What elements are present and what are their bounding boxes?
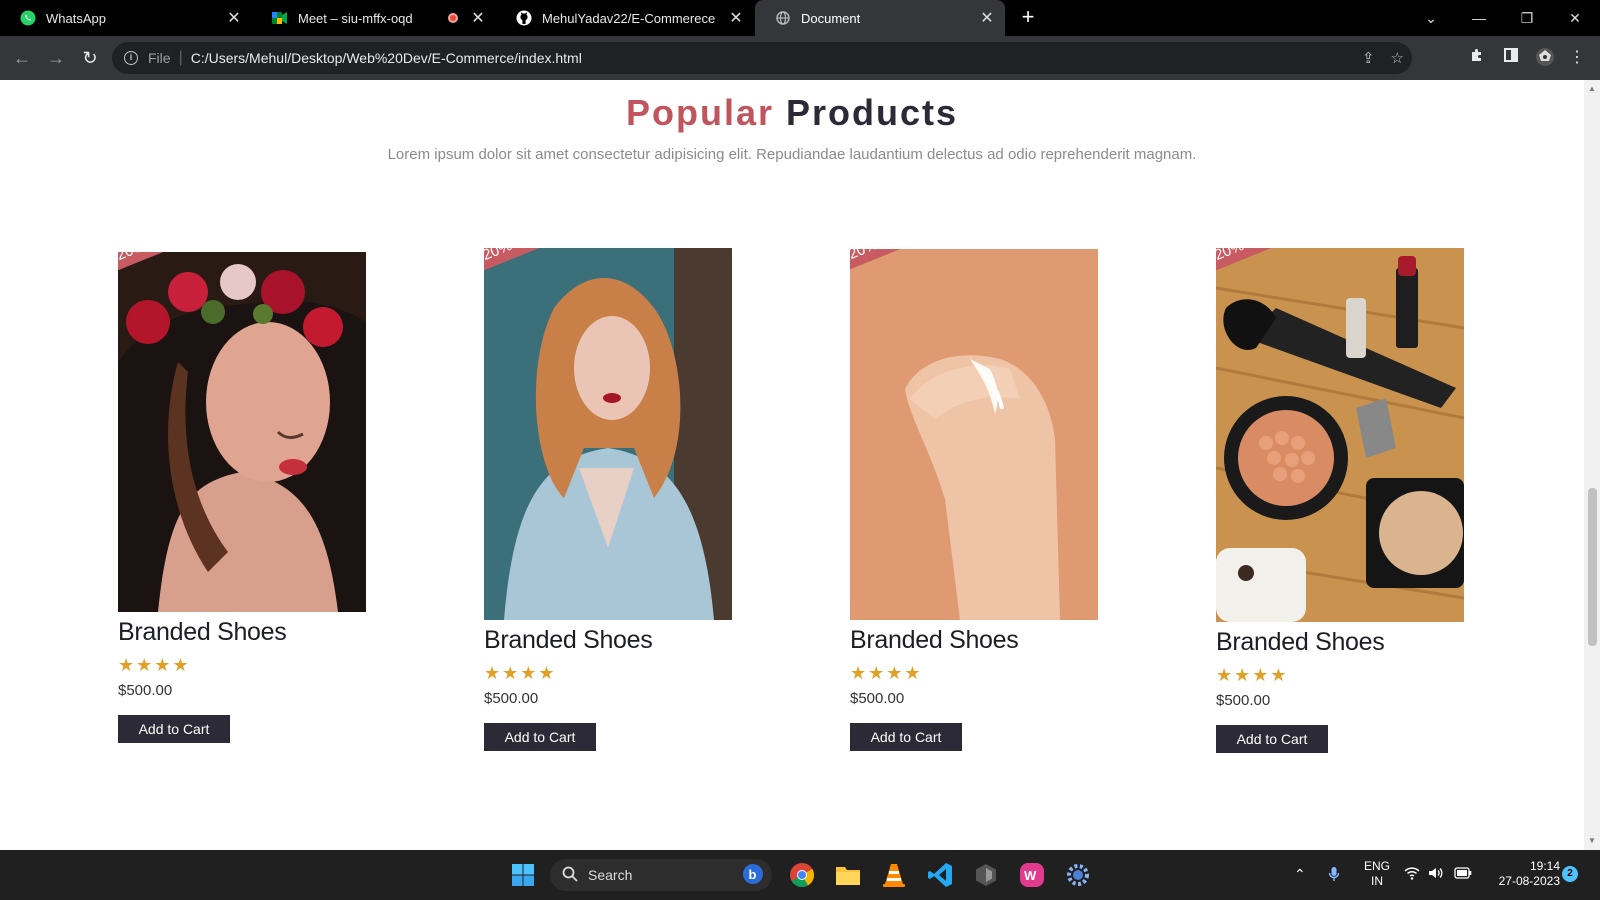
tab-label: Document xyxy=(801,10,861,26)
add-to-cart-button[interactable]: Add to Cart xyxy=(118,715,230,743)
product-image[interactable]: 20% off xyxy=(850,249,1098,620)
close-tab-icon[interactable]: ✕ xyxy=(977,8,997,28)
add-to-cart-button[interactable]: Add to Cart xyxy=(850,723,962,751)
tab-label: WhatsApp xyxy=(46,10,106,26)
windows-start-icon[interactable] xyxy=(507,859,539,891)
svg-text:b: b xyxy=(749,867,757,882)
clock-time: 19:14 xyxy=(1529,859,1560,873)
product-card: 20% off Branded Shoes ★★★★ $500.00 Add t… xyxy=(1216,248,1476,753)
google-meet-icon xyxy=(272,10,288,26)
close-tab-icon[interactable]: ✕ xyxy=(468,8,488,28)
scroll-down-arrow-icon[interactable]: ▼ xyxy=(1584,834,1600,848)
language-code: ENG xyxy=(1363,859,1390,873)
product-price: $500.00 xyxy=(118,682,173,699)
scheme-label: File xyxy=(148,50,171,66)
product-price: $500.00 xyxy=(850,690,905,707)
github-icon xyxy=(516,10,532,26)
info-icon[interactable]: i xyxy=(124,51,138,65)
heading-accent: Popular xyxy=(625,92,774,133)
extensions-puzzle-icon[interactable] xyxy=(1466,47,1488,69)
notification-badge[interactable]: 2 xyxy=(1562,866,1578,882)
back-button[interactable]: ← xyxy=(10,46,34,70)
product-card: 20% off Branded Shoes ★★★★ $500.00 Add t… xyxy=(484,248,744,751)
page-content: Popular Products Lorem ipsum dolor sit a… xyxy=(0,80,1584,850)
svg-text:W: W xyxy=(1024,868,1037,883)
search-placeholder: Search xyxy=(588,867,633,883)
product-image[interactable]: 20% off xyxy=(484,248,732,620)
section-subtitle: Lorem ipsum dolor sit amet consectetur a… xyxy=(387,146,1197,163)
product-name: Branded Shoes xyxy=(484,626,653,654)
tab-strip: WhatsApp ✕ Meet – siu-mffx-oqd ✕ MehulYa… xyxy=(0,0,1600,36)
product-image[interactable]: 20% off xyxy=(1216,248,1464,622)
separator: | xyxy=(178,49,183,66)
product-price: $500.00 xyxy=(1216,692,1271,709)
file-explorer-icon[interactable] xyxy=(832,859,864,891)
tab-label: Meet – siu-mffx-oqd xyxy=(298,10,413,26)
wifi-icon[interactable] xyxy=(1404,866,1420,883)
tab-meet[interactable]: Meet – siu-mffx-oqd ✕ xyxy=(252,0,496,36)
restore-button[interactable]: ❐ xyxy=(1504,0,1550,36)
profile-avatar[interactable] xyxy=(1534,47,1556,69)
tab-document[interactable]: Document ✕ xyxy=(755,0,1005,36)
tab-label: MehulYadav22/E-Commerece xyxy=(542,10,716,26)
search-icon xyxy=(562,866,578,885)
show-hidden-icons-chevron-icon[interactable]: ⌃ xyxy=(1294,866,1306,883)
tab-github[interactable]: MehulYadav22/E-Commerece ✕ xyxy=(496,0,754,36)
tab-whatsapp[interactable]: WhatsApp ✕ xyxy=(0,0,252,36)
vscode-icon[interactable] xyxy=(924,859,956,891)
app-hexagon-icon[interactable] xyxy=(970,859,1002,891)
rating-stars-icon: ★★★★ xyxy=(484,663,557,683)
close-tab-icon[interactable]: ✕ xyxy=(726,8,746,28)
add-to-cart-button[interactable]: Add to Cart xyxy=(1216,725,1328,753)
wps-office-icon[interactable]: W xyxy=(1016,859,1048,891)
whatsapp-icon xyxy=(20,10,36,26)
product-name: Branded Shoes xyxy=(118,618,287,646)
chrome-icon[interactable] xyxy=(786,859,818,891)
product-name: Branded Shoes xyxy=(1216,628,1385,656)
windows-taskbar: Search b W ⌃ ENG IN 19:14 27-08-2023 2 xyxy=(0,850,1600,900)
settings-gear-icon[interactable] xyxy=(1062,859,1094,891)
minimize-button[interactable]: — xyxy=(1456,0,1502,36)
vlc-icon[interactable] xyxy=(878,859,910,891)
address-bar[interactable]: i File | C:/Users/Mehul/Desktop/Web%20De… xyxy=(112,42,1412,74)
side-panel-icon[interactable] xyxy=(1500,47,1522,69)
region-code: IN xyxy=(1371,874,1383,888)
forward-button[interactable]: → xyxy=(44,46,68,70)
reload-button[interactable]: ↻ xyxy=(78,46,102,70)
rating-stars-icon: ★★★★ xyxy=(118,655,191,675)
volume-icon[interactable] xyxy=(1428,866,1444,883)
product-price: $500.00 xyxy=(484,690,539,707)
bing-chat-icon: b xyxy=(742,863,764,888)
battery-icon[interactable] xyxy=(1454,866,1472,882)
tab-search-chevron-icon[interactable]: ⌄ xyxy=(1408,0,1454,36)
input-language[interactable]: ENG IN xyxy=(1360,859,1394,889)
page-scrollbar[interactable]: ▲ ▼ xyxy=(1584,80,1600,850)
scrollbar-thumb[interactable] xyxy=(1588,488,1597,646)
more-menu-icon[interactable]: ⋮ xyxy=(1566,47,1588,69)
product-card: 20% off Branded Shoes ★★★★ $500.00 Add t… xyxy=(118,252,378,743)
url-text[interactable]: C:/Users/Mehul/Desktop/Web%20Dev/E-Comme… xyxy=(191,50,582,66)
product-card: 20% off Branded Shoes ★★★★ $500.00 Add t… xyxy=(850,249,1110,751)
bookmark-star-icon[interactable]: ☆ xyxy=(1391,49,1404,67)
new-tab-button[interactable]: + xyxy=(1016,6,1040,30)
close-tab-icon[interactable]: ✕ xyxy=(224,8,244,28)
product-image[interactable]: 20% off xyxy=(118,252,366,612)
scroll-up-arrow-icon[interactable]: ▲ xyxy=(1584,82,1600,96)
rating-stars-icon: ★★★★ xyxy=(850,663,923,683)
microphone-icon[interactable] xyxy=(1328,866,1340,885)
product-name: Branded Shoes xyxy=(850,626,1019,654)
heading-rest: Products xyxy=(786,92,959,133)
rating-stars-icon: ★★★★ xyxy=(1216,665,1289,685)
add-to-cart-button[interactable]: Add to Cart xyxy=(484,723,596,751)
recording-indicator-icon xyxy=(448,13,458,23)
globe-icon xyxy=(775,10,791,26)
taskbar-search-box[interactable]: Search b xyxy=(550,859,772,891)
section-heading: Popular Products xyxy=(0,92,1584,134)
close-window-button[interactable]: ✕ xyxy=(1552,0,1598,36)
clock[interactable]: 19:14 27-08-2023 xyxy=(1484,859,1560,889)
share-icon[interactable]: ⇪ xyxy=(1362,49,1375,67)
browser-toolbar: ← → ↻ i File | C:/Users/Mehul/Desktop/We… xyxy=(0,36,1600,80)
clock-date: 27-08-2023 xyxy=(1498,874,1560,888)
